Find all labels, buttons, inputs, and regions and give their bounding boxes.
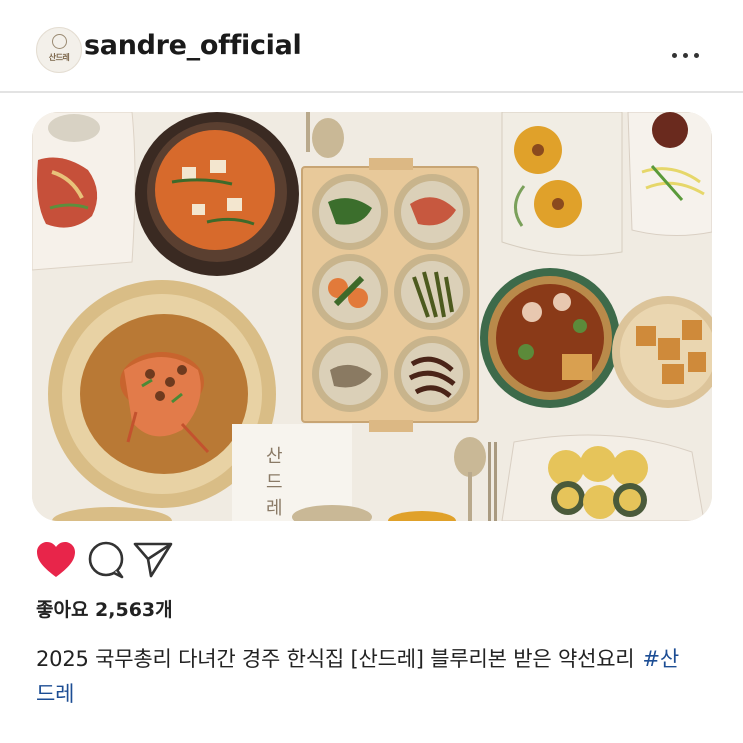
post-header: 산드레 sandre_official: [0, 0, 743, 92]
avatar-brand-label: 산드레: [48, 53, 70, 62]
banchan-tray: [301, 158, 479, 432]
salad-plate: [627, 112, 712, 237]
svg-text:드: 드: [266, 472, 283, 492]
emblem-icon: [52, 34, 67, 49]
account-username[interactable]: sandre_official: [84, 30, 302, 61]
post-caption: 2025 국무총리 다녀간 경주 한식집 [산드레] 블루리본 받은 약선요리 #…: [36, 642, 696, 712]
fried-zucchini-plate: [501, 434, 705, 521]
vegetable-stew-bowl: [480, 268, 620, 408]
paper-plane-icon[interactable]: [131, 538, 175, 582]
account-avatar[interactable]: 산드레: [36, 27, 82, 73]
likes-count[interactable]: 좋아요 2,563개: [36, 595, 173, 622]
post-actions: [0, 530, 743, 586]
header-divider: [0, 91, 743, 93]
heart-filled-icon[interactable]: [34, 538, 78, 582]
comment-bubble-icon[interactable]: [86, 538, 130, 582]
stew-pot: [135, 112, 299, 276]
more-options-icon[interactable]: [672, 53, 702, 61]
post-photo[interactable]: 산 드 레: [32, 112, 712, 521]
pumpkin-plate: [501, 112, 623, 256]
svg-text:산: 산: [266, 446, 283, 466]
caption-text: 2025 국무총리 다녀간 경주 한식집 [산드레] 블루리본 받은 약선요리: [36, 647, 635, 671]
kimchi-plate: [32, 112, 136, 271]
svg-text:레: 레: [266, 498, 283, 518]
